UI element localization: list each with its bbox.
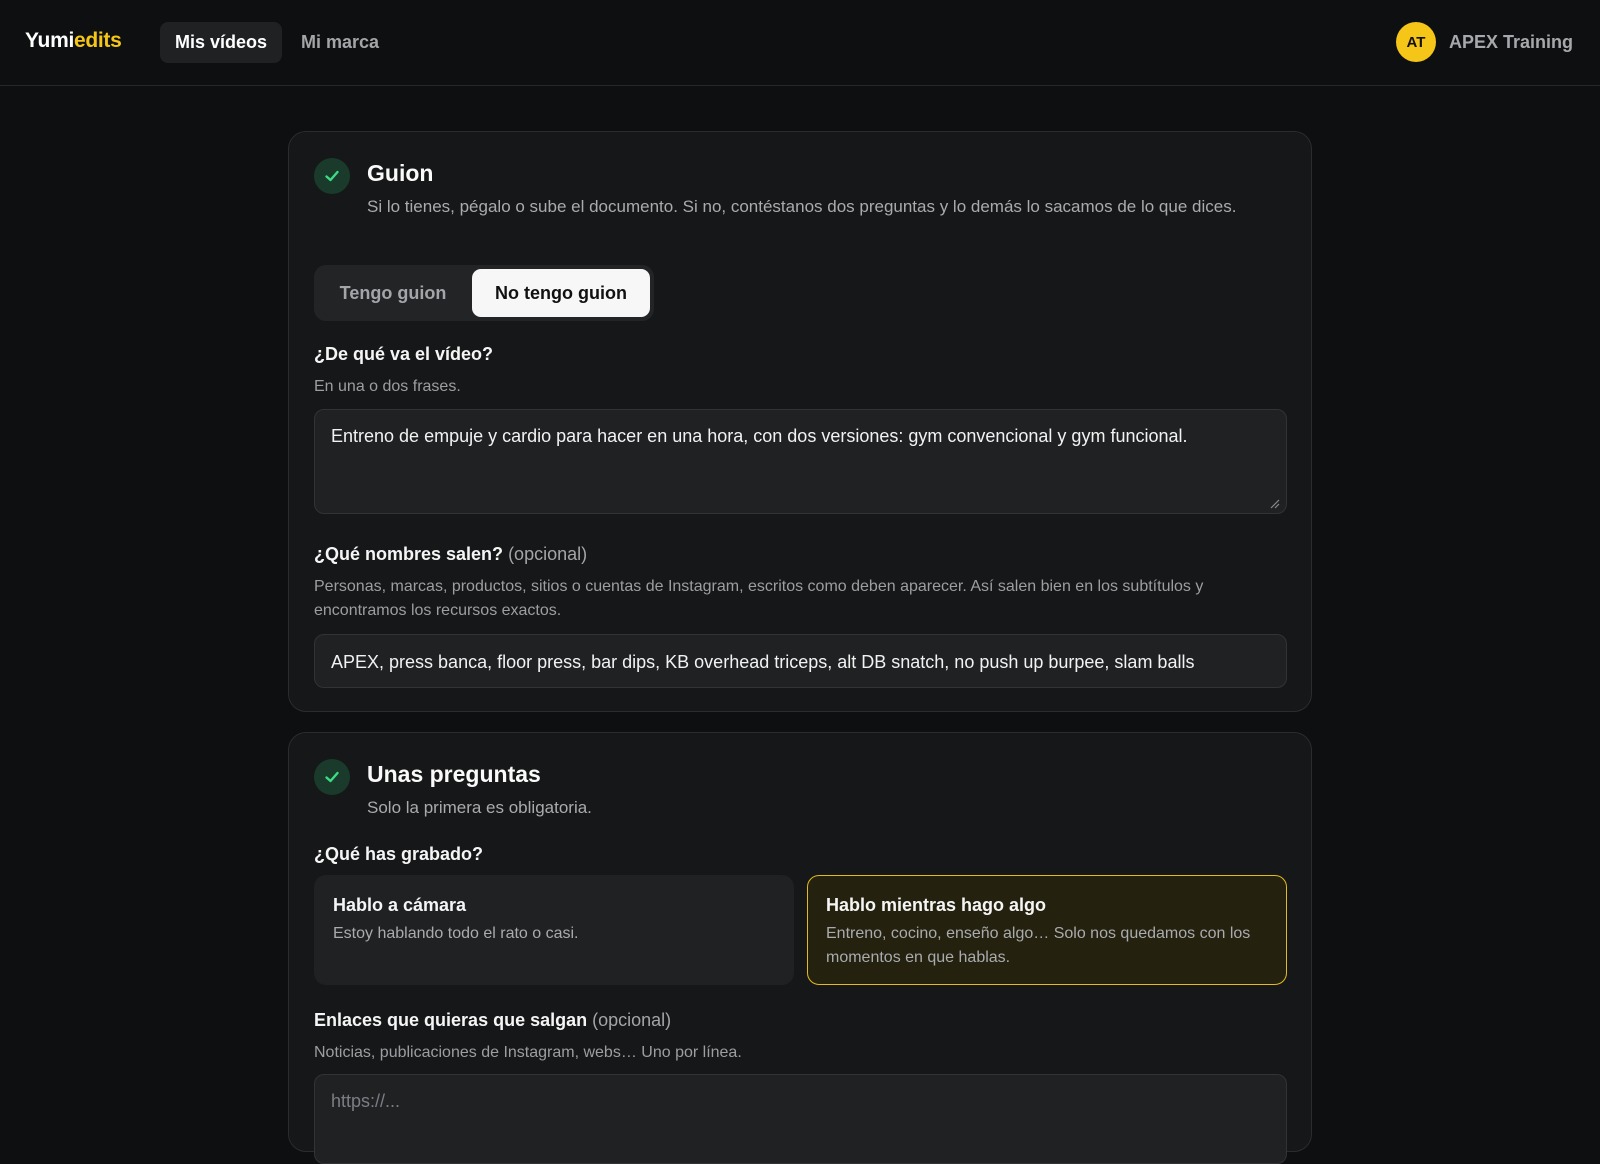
check-icon <box>314 759 350 795</box>
top-bar: Yumiedits Mis vídeos Mi marca AT APEX Tr… <box>0 0 1600 86</box>
logo-part-2: edits <box>73 29 122 52</box>
links-textarea[interactable]: https://... <box>314 1074 1287 1164</box>
guion-subtitle: Si lo tienes, pégalo o sube el documento… <box>367 197 1237 216</box>
avatar[interactable]: AT <box>1396 22 1436 62</box>
links-placeholder: https://... <box>331 1091 401 1111</box>
check-icon <box>314 158 350 194</box>
topic-help: En una o dos frases. <box>314 378 461 395</box>
names-input[interactable]: APEX, press banca, floor press, bar dips… <box>314 634 1287 688</box>
user-brand-name[interactable]: APEX Training <box>1449 32 1573 53</box>
topic-label: ¿De qué va el vídeo? <box>314 344 494 364</box>
guion-card: Guion Si lo tienes, pégalo o sube el doc… <box>288 131 1312 712</box>
preguntas-card: Unas preguntas Solo la primera es obliga… <box>288 732 1312 1164</box>
names-help: Personas, marcas, productos, sitios o cu… <box>314 578 1204 619</box>
names-optional: (opcional) <box>508 544 588 564</box>
topic-textarea[interactable]: Entreno de empuje y cardio para hacer en… <box>314 409 1287 514</box>
names-label-text: ¿Qué nombres salen? <box>314 544 504 564</box>
option-desc: Entreno, cocino, enseño algo… Solo nos q… <box>826 925 1251 966</box>
nav-mi-marca[interactable]: Mi marca <box>286 22 394 63</box>
nav-mis-videos[interactable]: Mis vídeos <box>160 22 283 63</box>
preguntas-title: Unas preguntas <box>367 761 541 787</box>
logo-part-1: Yumi <box>25 29 74 52</box>
option-title: Hablo a cámara <box>333 895 467 915</box>
option-hablo-mientras-hago-algo[interactable]: Hablo mientras hago algo Entreno, cocino… <box>807 875 1287 985</box>
links-label: Enlaces que quieras que salgan (opcional… <box>314 1010 671 1031</box>
preguntas-subtitle: Solo la primera es obligatoria. <box>367 798 592 817</box>
links-help: Noticias, publicaciones de Instagram, we… <box>314 1044 742 1061</box>
option-hablo-a-camara[interactable]: Hablo a cámara Estoy hablando todo el ra… <box>314 875 794 985</box>
option-desc: Estoy hablando todo el rato o casi. <box>333 925 579 942</box>
resize-grip-icon[interactable] <box>1270 499 1280 509</box>
names-value: APEX, press banca, floor press, bar dips… <box>331 652 1195 672</box>
toggle-no-tengo-guion[interactable]: No tengo guion <box>472 269 650 317</box>
links-label-text: Enlaces que quieras que salgan <box>314 1010 588 1030</box>
toggle-tengo-guion[interactable]: Tengo guion <box>318 269 468 317</box>
links-optional: (opcional) <box>592 1010 672 1030</box>
option-title: Hablo mientras hago algo <box>826 895 1047 915</box>
names-label: ¿Qué nombres salen? (opcional) <box>314 544 587 565</box>
recorded-label: ¿Qué has grabado? <box>314 844 484 864</box>
script-toggle: Tengo guion No tengo guion <box>314 265 654 321</box>
app-logo[interactable]: Yumiedits <box>25 29 122 53</box>
guion-title: Guion <box>367 160 434 186</box>
topic-value: Entreno de empuje y cardio para hacer en… <box>331 426 1188 446</box>
